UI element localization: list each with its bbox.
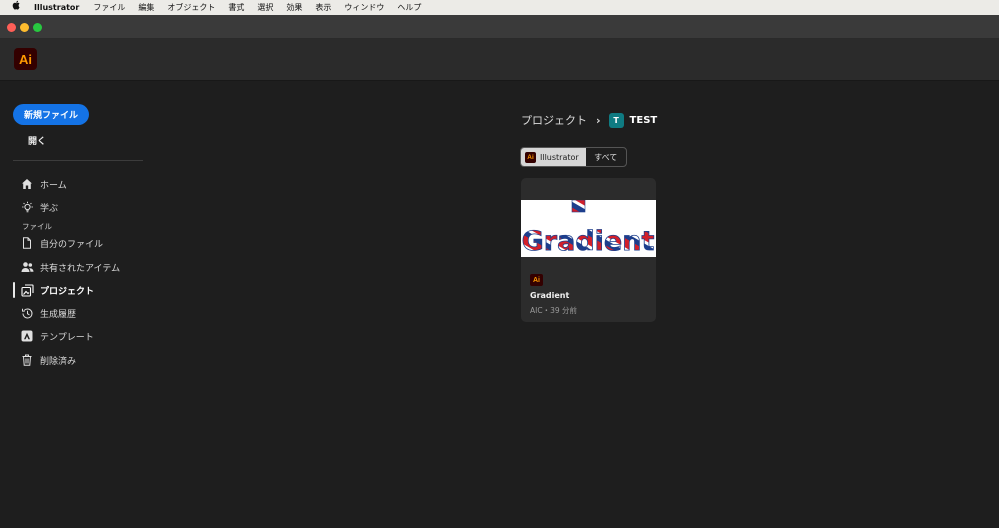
menu-help[interactable]: ヘルプ (397, 2, 421, 13)
app-filter: Ai Illustrator すべて (520, 147, 627, 167)
chevron-right-icon: › (596, 113, 601, 127)
filter-illustrator[interactable]: Ai Illustrator (521, 148, 586, 166)
file-meta: AIC・39 分前 (530, 306, 578, 315)
sidebar-divider (13, 160, 143, 161)
sidebar-item-templates[interactable]: テンプレート (20, 327, 94, 345)
file-thumbnail: Gradient (521, 200, 656, 257)
file-title: Gradient (530, 291, 570, 300)
sidebar-item-projects[interactable]: プロジェクト (20, 281, 94, 299)
sidebar-item-shared[interactable]: 共有されたアイテム (20, 258, 120, 276)
filter-label: Illustrator (540, 152, 579, 162)
menu-edit[interactable]: 編集 (138, 2, 154, 13)
sidebar-item-my-files[interactable]: 自分のファイル (20, 234, 103, 252)
sidebar-item-label: 共有されたアイテム (40, 263, 121, 274)
sidebar-item-label: 学ぶ (40, 203, 59, 214)
sidebar-item-generation-history[interactable]: 生成履歴 (20, 304, 76, 322)
breadcrumb: プロジェクト › T TEST (521, 111, 657, 129)
breadcrumb-root[interactable]: プロジェクト (521, 112, 587, 128)
menu-type[interactable]: 書式 (228, 2, 244, 13)
illustrator-file-icon: Ai (530, 274, 543, 286)
illustrator-icon: Ai (525, 151, 536, 163)
people-icon (20, 260, 34, 274)
zoom-window-button[interactable] (33, 23, 42, 32)
sidebar-item-learn[interactable]: 学ぶ (20, 198, 58, 216)
sidebar-item-label: テンプレート (40, 332, 94, 343)
home-icon (20, 177, 34, 191)
file-card[interactable]: Gradient Ai Gradient AIC・39 分前 (521, 178, 656, 322)
lightbulb-icon (20, 200, 34, 214)
menu-select[interactable]: 選択 (257, 2, 273, 13)
project-icon (20, 283, 34, 297)
apple-icon[interactable] (12, 0, 22, 15)
illustrator-logo: Ai (14, 48, 37, 70)
files-section-heading: ファイル (22, 222, 52, 231)
app-header: Ai (0, 39, 999, 81)
menu-window[interactable]: ウィンドウ (344, 2, 384, 13)
close-window-button[interactable] (7, 23, 16, 32)
menu-effect[interactable]: 効果 (286, 2, 302, 13)
menubar-app-name[interactable]: Illustrator (34, 3, 79, 12)
window-titlebar (0, 15, 999, 39)
sidebar-item-label: ホーム (40, 180, 67, 191)
project-badge: T (608, 112, 624, 128)
document-icon (20, 236, 34, 250)
open-button[interactable]: 開く (28, 134, 46, 147)
minimize-window-button[interactable] (20, 23, 29, 32)
project-name: TEST (629, 114, 658, 126)
menu-file[interactable]: ファイル (93, 2, 125, 13)
gradient-artwork: Gradient (521, 200, 655, 257)
sidebar-item-deleted[interactable]: 削除済み (20, 351, 76, 369)
macos-menubar: Illustrator ファイル 編集 オブジェクト 書式 選択 効果 表示 ウ… (0, 0, 999, 15)
filter-all[interactable]: すべて (586, 148, 626, 166)
sidebar-item-label: 削除済み (40, 356, 77, 367)
trash-icon (20, 353, 34, 367)
active-indicator (13, 282, 15, 298)
sidebar: 新規ファイル 開く ホーム 学ぶ ファイル 自分のファイル 共有されたアイテム … (0, 81, 160, 528)
history-icon (20, 306, 34, 320)
menu-view[interactable]: 表示 (315, 2, 331, 13)
sidebar-item-label: プロジェクト (40, 286, 95, 297)
sidebar-item-label: 生成履歴 (40, 309, 77, 320)
thumbnail-text: Gradient (522, 226, 655, 257)
sidebar-item-home[interactable]: ホーム (20, 175, 67, 193)
template-icon (20, 329, 34, 343)
new-file-button[interactable]: 新規ファイル (13, 104, 89, 125)
menu-object[interactable]: オブジェクト (167, 2, 215, 13)
sidebar-item-label: 自分のファイル (40, 239, 104, 250)
